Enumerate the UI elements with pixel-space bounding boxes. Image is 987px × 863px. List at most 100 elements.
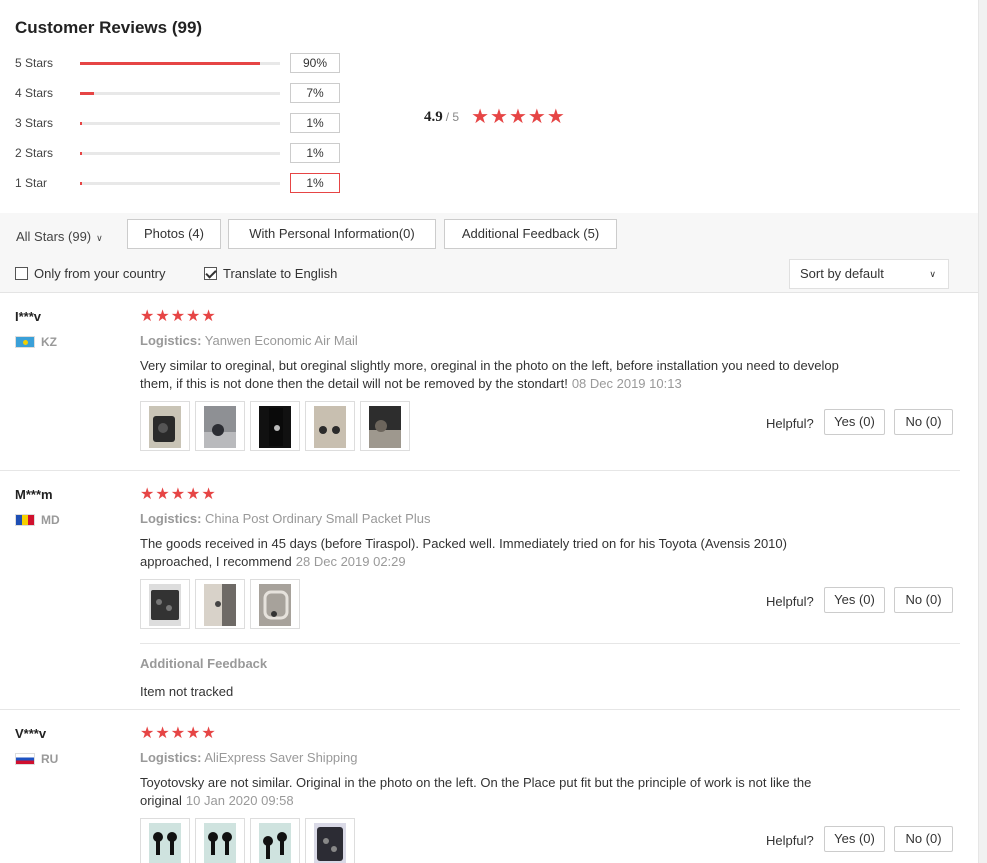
histogram-percent: 1%	[290, 113, 340, 133]
histogram-label: 2 Stars	[15, 146, 54, 160]
star-icon: ★	[546, 106, 565, 128]
star-icon: ★	[170, 725, 186, 742]
histogram-label: 5 Stars	[15, 56, 54, 70]
logistics-value: AliExpress Saver Shipping	[204, 750, 358, 765]
page-scrollbar[interactable]	[978, 0, 987, 863]
review-photos	[140, 401, 415, 451]
review-body: Very similar to oreginal, but oreginal s…	[140, 358, 839, 391]
review-photo-thumbnail[interactable]	[305, 401, 355, 451]
review-photo-thumbnail[interactable]	[140, 818, 190, 863]
review-date: 08 Dec 2019 10:13	[571, 376, 682, 391]
star-icon: ★	[140, 486, 155, 503]
histogram-bar	[80, 62, 280, 65]
review-photo-thumbnail[interactable]	[195, 579, 245, 629]
reviewer-name: I***v	[15, 309, 42, 324]
helpful-yes-button[interactable]: Yes (0)	[824, 409, 885, 435]
histogram-percent: 90%	[290, 53, 340, 73]
sort-select[interactable]: Sort by default ∨	[789, 259, 949, 289]
histogram-label: 3 Stars	[15, 116, 54, 130]
reviewer-name: V***v	[15, 726, 47, 741]
star-icon: ★	[170, 486, 186, 503]
star-icon: ★	[186, 308, 201, 325]
star-icon: ★	[471, 106, 490, 128]
review-photo-thumbnail[interactable]	[250, 579, 300, 629]
histogram-row-1[interactable]: 1 Star 1%	[15, 173, 355, 193]
logistics-prefix: Logistics:	[140, 333, 202, 348]
flag-ru-icon	[15, 753, 35, 765]
review-photo-thumbnail[interactable]	[305, 818, 355, 863]
average-out-of: / 5	[445, 110, 460, 124]
star-icon: ★	[490, 106, 508, 128]
histogram-percent: 7%	[290, 83, 340, 103]
star-icon: ★	[186, 486, 201, 503]
helpful-no-button[interactable]: No (0)	[894, 409, 953, 435]
review-photos	[140, 579, 305, 629]
review-photo-thumbnail[interactable]	[250, 818, 300, 863]
star-icon: ★	[140, 308, 155, 325]
histogram-bar-fill	[80, 182, 82, 185]
reviews-title: Customer Reviews (99)	[15, 18, 203, 37]
review-photo-thumbnail[interactable]	[360, 401, 410, 451]
logistics-value: Yanwen Economic Air Mail	[204, 333, 358, 348]
star-icon: ★	[155, 725, 170, 742]
star-icon: ★	[186, 725, 201, 742]
histogram-row-4[interactable]: 4 Stars 7%	[15, 83, 355, 103]
star-icon: ★	[527, 106, 546, 128]
review-photo-thumbnail[interactable]	[195, 401, 245, 451]
only-country-label: Only from your country	[34, 266, 166, 281]
histogram-row-5[interactable]: 5 Stars 90%	[15, 53, 355, 73]
helpful-no-button[interactable]: No (0)	[894, 587, 953, 613]
country-code: KZ	[41, 335, 57, 349]
review-divider	[0, 470, 960, 471]
review-photos	[140, 818, 360, 863]
review-logistics: Logistics: China Post Ordinary Small Pac…	[140, 511, 430, 526]
country-code: MD	[41, 513, 60, 527]
checkbox-icon	[15, 267, 28, 280]
additional-feedback-filter-button[interactable]: Additional Feedback (5)	[444, 219, 617, 249]
star-icon: ★	[140, 725, 155, 742]
country-code: RU	[41, 752, 59, 766]
histogram-bar-fill	[80, 92, 94, 95]
all-stars-label: All Stars (99)	[16, 229, 92, 244]
helpful-label: Helpful?	[766, 416, 814, 431]
reviewer-country: RU	[15, 752, 58, 766]
personal-info-filter-button[interactable]: With Personal Information(0)	[228, 219, 436, 249]
histogram-row-3[interactable]: 3 Stars 1%	[15, 113, 355, 133]
review-photo-thumbnail[interactable]	[195, 818, 245, 863]
all-stars-dropdown[interactable]: All Stars (99) ∨	[16, 229, 103, 244]
review-stars: ★★★★★	[140, 309, 217, 325]
filter-bar: All Stars (99) ∨ Photos (4) With Personal…	[0, 213, 978, 293]
helpful-label: Helpful?	[766, 833, 814, 848]
sort-label: Sort by default	[800, 266, 884, 281]
review-photo-thumbnail[interactable]	[140, 579, 190, 629]
histogram-bar-fill	[80, 122, 82, 125]
helpful-yes-button[interactable]: Yes (0)	[824, 826, 885, 852]
star-icon: ★	[155, 308, 170, 325]
star-icon: ★	[201, 725, 216, 742]
review-photo-thumbnail[interactable]	[140, 401, 190, 451]
review-text: Toyotovsky are not similar. Original in …	[140, 774, 860, 810]
review-date: 28 Dec 2019 02:29	[295, 554, 406, 569]
average-stars: ★ ★ ★ ★ ★	[471, 107, 566, 127]
translate-checkbox[interactable]: Translate to English	[204, 266, 337, 281]
chevron-down-icon: ∨	[96, 233, 103, 243]
review-photo-thumbnail[interactable]	[250, 401, 300, 451]
review-logistics: Logistics: Yanwen Economic Air Mail	[140, 333, 358, 348]
only-country-checkbox[interactable]: Only from your country	[15, 266, 166, 281]
chevron-down-icon: ∨	[929, 269, 936, 279]
review-date: 10 Jan 2020 09:58	[185, 793, 294, 808]
flag-kz-icon	[15, 336, 35, 348]
histogram-bar-fill	[80, 152, 82, 155]
average-rating: 4.9 / 5 ★ ★ ★ ★ ★	[424, 107, 566, 127]
helpful-no-button[interactable]: No (0)	[894, 826, 953, 852]
helpful-yes-button[interactable]: Yes (0)	[824, 587, 885, 613]
review-text: The goods received in 45 days (before Ti…	[140, 535, 860, 571]
logistics-prefix: Logistics:	[140, 750, 202, 765]
photos-filter-button[interactable]: Photos (4)	[127, 219, 221, 249]
checkbox-checked-icon	[204, 267, 217, 280]
histogram-row-2[interactable]: 2 Stars 1%	[15, 143, 355, 163]
translate-label: Translate to English	[223, 266, 338, 281]
histogram-label: 4 Stars	[15, 86, 54, 100]
histogram-bar	[80, 152, 280, 155]
histogram-percent: 1%	[290, 143, 340, 163]
